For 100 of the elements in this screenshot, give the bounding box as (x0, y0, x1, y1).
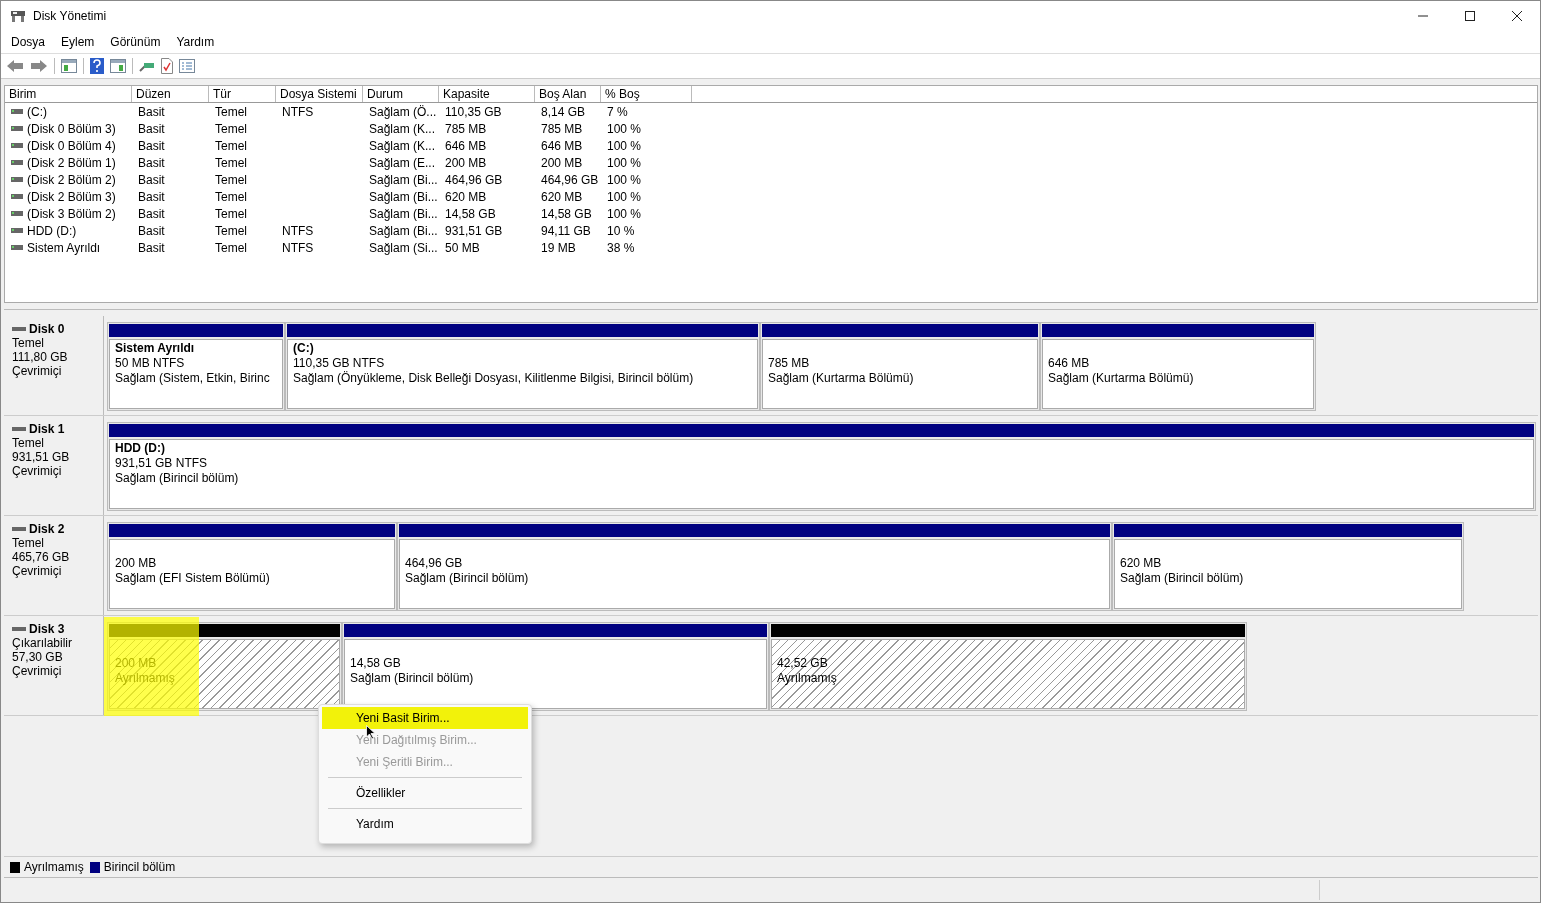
table-cell: Sağlam (Ö... (369, 104, 437, 119)
menu-item[interactable]: Özellikler (322, 782, 528, 804)
disk-status: Çevrimiçi (12, 364, 63, 378)
partition-status: Ayrılmamış (115, 671, 176, 686)
table-cell: 100 % (607, 121, 642, 136)
partition-status: Sağlam (Sistem, Etkin, Birinc (115, 371, 271, 386)
table-cell: Sağlam (Bi... (369, 206, 438, 221)
table-cell: (Disk 0 Bölüm 4) (27, 138, 116, 153)
back-arrow-icon[interactable] (6, 59, 24, 73)
partition-block[interactable]: HDD (D:) 931,51 GB NTFS Sağlam (Birincil bölüm) (107, 422, 1536, 511)
table-cell: 785 MB (445, 121, 487, 136)
disk-name: Disk 0 (29, 322, 65, 336)
partition-size: 931,51 GB NTFS (115, 456, 209, 471)
partition-size: 50 MB NTFS (115, 356, 186, 371)
menu-item[interactable]: Yeni Basit Birim... (322, 707, 528, 729)
column-header[interactable]: Durum (363, 86, 439, 102)
table-cell: 100 % (607, 206, 642, 221)
table-cell: Sağlam (E... (369, 155, 436, 170)
disk-size: 465,76 GB (12, 550, 71, 564)
table-cell: Temel (215, 206, 247, 221)
table-cell: Temel (215, 172, 247, 187)
table-cell: 200 MB (445, 155, 487, 170)
menu-item[interactable]: Görünüm (110, 35, 161, 49)
table-cell: Basit (138, 104, 165, 119)
partition-size: 200 MB (115, 656, 158, 671)
partition-block[interactable]: (C:) 110,35 GB NTFS Sağlam (Önyükleme, Disk Belleği Dosyası, Kilitlenme Bilgisi, Birincil bölüm) (285, 322, 760, 411)
drive-icon (11, 193, 23, 200)
drive-icon (11, 108, 23, 115)
column-header[interactable]: Düzen (132, 86, 209, 102)
disk-name: Disk 3 (29, 622, 65, 636)
menu-item[interactable]: Yardım (176, 35, 215, 49)
table-cell: Basit (138, 206, 165, 221)
column-header[interactable]: Kapasite (439, 86, 535, 102)
drive-icon (12, 326, 26, 332)
partition-status: Ayrılmamış (777, 671, 838, 686)
menu-item[interactable]: Eylem (61, 35, 95, 49)
table-cell: Basit (138, 121, 165, 136)
drive-icon (11, 159, 23, 166)
properties-list-icon[interactable] (179, 59, 195, 73)
partition-block[interactable]: 646 MB Sağlam (Kurtarma Bölümü) (1040, 322, 1316, 411)
column-header[interactable]: Birim (5, 86, 132, 102)
table-cell: 464,96 GB (445, 172, 503, 187)
partition-status: Sağlam (Birincil bölüm) (1120, 571, 1245, 586)
column-header[interactable]: Dosya Sistemi (276, 86, 363, 102)
column-header[interactable]: Boş Alan (535, 86, 601, 102)
partition-block[interactable]: Sistem Ayrıldı 50 MB NTFS Sağlam (Sistem, Etkin, Birinc (107, 322, 285, 411)
column-header[interactable]: Tür (209, 86, 276, 102)
menu-item[interactable]: Yardım (322, 813, 528, 835)
drive-icon (11, 142, 23, 149)
partition-block[interactable]: 464,96 GB Sağlam (Birincil bölüm) (397, 522, 1112, 611)
table-cell: Basit (138, 138, 165, 153)
legend-label: Birincil bölüm (103, 860, 176, 874)
menu-item[interactable]: Dosya (11, 35, 45, 49)
drive-icon (11, 244, 23, 251)
partition-block[interactable]: 785 MB Sağlam (Kurtarma Bölümü) (760, 322, 1040, 411)
column-header[interactable]: % Boş (601, 86, 692, 102)
window-title: Disk Yönetimi (33, 9, 107, 23)
table-cell: (C:) (27, 104, 47, 119)
partition-name: (C:) (293, 341, 315, 356)
table-cell: 100 % (607, 155, 642, 170)
table-cell: Sağlam (Bi... (369, 189, 438, 204)
table-cell: 14,58 GB (541, 206, 592, 221)
partition-block[interactable]: 620 MB Sağlam (Birincil bölüm) (1112, 522, 1464, 611)
table-cell: 100 % (607, 189, 642, 204)
partition-block[interactable]: 14,58 GB Sağlam (Birincil bölüm) (342, 622, 769, 711)
table-cell: 110,35 GB (445, 104, 502, 119)
partition-block[interactable]: 42,52 GB Ayrılmamış (769, 622, 1247, 711)
table-cell: Sağlam (Bi... (369, 223, 438, 238)
console-tree-icon[interactable] (61, 59, 77, 73)
table-cell: 464,96 GB (541, 172, 599, 187)
partition-status: Sağlam (Önyükleme, Disk Belleği Dosyası, Kilitlenme Bilgisi, Birincil bölüm) (293, 371, 695, 386)
table-cell: Sistem Ayrıldı (27, 240, 101, 255)
disk-type: Temel (12, 436, 45, 450)
table-cell: Temel (215, 121, 247, 136)
partition-name: Sistem Ayrıldı (115, 341, 196, 356)
partition-block[interactable]: 200 MB Sağlam (EFI Sistem Bölümü) (107, 522, 397, 611)
partition-size: 620 MB (1120, 556, 1163, 571)
help-icon[interactable] (90, 58, 104, 74)
pane-icon[interactable] (110, 59, 126, 73)
forward-arrow-icon[interactable] (30, 59, 48, 73)
table-cell: 200 MB (541, 155, 583, 170)
partition-size: 14,58 GB (350, 656, 402, 671)
table-cell: (Disk 2 Bölüm 3) (27, 189, 116, 204)
table-cell: HDD (D:) (27, 223, 77, 238)
partition-status: Sağlam (Birincil bölüm) (350, 671, 475, 686)
partition-size: 646 MB (1048, 356, 1091, 371)
table-cell: (Disk 0 Bölüm 3) (27, 121, 116, 136)
drive-icon (11, 176, 23, 183)
drive-icon (11, 227, 23, 234)
drive-icon (12, 426, 26, 432)
partition-status: Sağlam (Kurtarma Bölümü) (768, 371, 915, 386)
maximize-icon[interactable] (1464, 10, 1476, 22)
table-cell: 620 MB (445, 189, 487, 204)
close-icon[interactable] (1511, 10, 1523, 22)
table-cell: Temel (215, 189, 247, 204)
table-cell: Sağlam (K... (369, 121, 436, 136)
table-cell: NTFS (282, 104, 314, 119)
disk-name: Disk 2 (29, 522, 65, 536)
checklist-document-icon[interactable] (161, 58, 173, 74)
drive-icon (11, 125, 23, 132)
